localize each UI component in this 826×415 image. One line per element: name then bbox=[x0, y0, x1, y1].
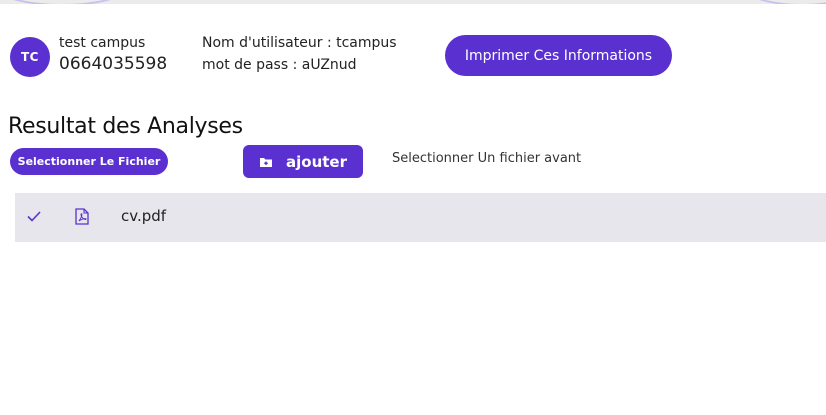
file-name: cv.pdf bbox=[121, 207, 167, 225]
select-file-hint: Selectionner Un fichier avant bbox=[392, 151, 582, 166]
pdf-file-icon bbox=[75, 208, 89, 229]
file-row[interactable]: cv.pdf bbox=[15, 193, 826, 242]
folder-add-icon bbox=[259, 156, 273, 168]
password-info: mot de pass : aUZnud bbox=[202, 57, 357, 73]
check-icon bbox=[26, 208, 42, 228]
top-decorative-band bbox=[0, 0, 826, 4]
add-button[interactable]: ajouter bbox=[243, 145, 363, 178]
select-file-button[interactable]: Selectionner Le Fichier bbox=[10, 148, 168, 175]
print-info-button-label: Imprimer Ces Informations bbox=[464, 47, 653, 64]
user-name: test campus bbox=[59, 35, 146, 51]
avatar-initials: TC bbox=[21, 50, 39, 64]
avatar: TC bbox=[10, 37, 50, 77]
decorative-arc bbox=[740, 0, 826, 4]
print-info-button[interactable]: Imprimer Ces Informations bbox=[445, 35, 672, 76]
username-info: Nom d'utilisateur : tcampus bbox=[202, 35, 397, 51]
select-file-button-label: Selectionner Le Fichier bbox=[17, 155, 161, 168]
section-title: Resultat des Analyses bbox=[8, 114, 243, 139]
decorative-arc bbox=[0, 0, 134, 4]
user-phone: 0664035598 bbox=[59, 54, 168, 74]
add-button-label: ajouter bbox=[286, 152, 347, 171]
